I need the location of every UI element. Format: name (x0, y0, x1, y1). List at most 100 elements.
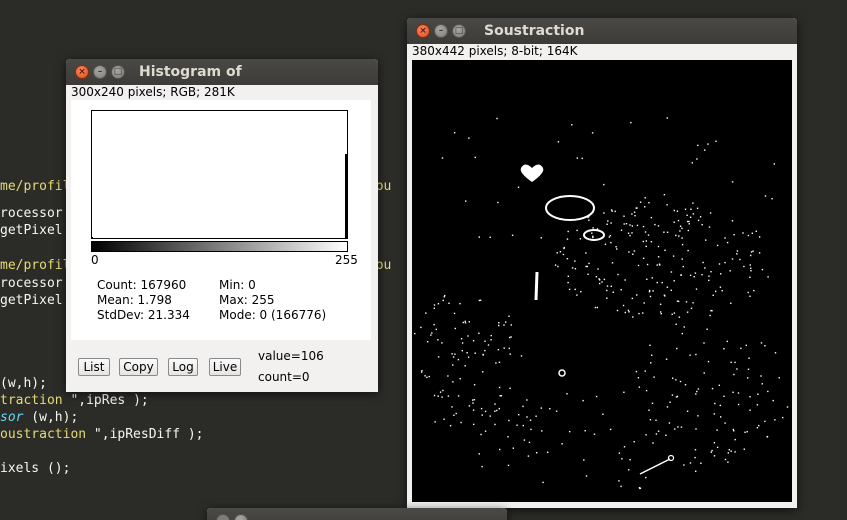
noise-pixel (629, 234, 631, 237)
noise-pixel (603, 278, 606, 281)
noise-pixel (724, 422, 726, 424)
noise-pixel (606, 289, 608, 292)
noise-pixel (453, 132, 456, 134)
noise-pixel (668, 422, 671, 424)
noise-pixel (718, 263, 721, 265)
noise-pixel (632, 316, 634, 318)
histogram-window: × – □ Histogram of 300x240 pixels; RGB; … (66, 59, 378, 392)
noise-pixel (685, 301, 688, 303)
noise-pixel (692, 302, 694, 304)
noise-pixel (602, 413, 604, 415)
noise-pixel (433, 323, 435, 326)
noise-pixel (498, 407, 500, 410)
noise-pixel (692, 213, 695, 215)
list-button[interactable]: List (78, 358, 110, 376)
noise-pixel (566, 238, 569, 240)
noise-pixel (665, 434, 667, 436)
noise-pixel (631, 213, 633, 215)
noise-pixel (708, 275, 710, 277)
noise-pixel (603, 183, 605, 186)
stat-mean: Mean: 1.798 (97, 293, 172, 307)
noise-pixel (666, 231, 669, 233)
noise-pixel (611, 262, 614, 264)
noise-pixel (671, 313, 673, 315)
noise-pixel (649, 344, 651, 346)
noise-pixel (749, 396, 751, 398)
noise-pixel (592, 235, 594, 237)
maximize-icon[interactable]: □ (111, 65, 125, 79)
noise-pixel (615, 246, 617, 248)
noise-pixel (663, 231, 665, 233)
soustraction-titlebar[interactable]: × – □ Soustraction (407, 18, 797, 44)
noise-pixel (659, 303, 662, 305)
subtraction-image[interactable] (412, 60, 792, 502)
noise-pixel (712, 294, 714, 296)
noise-pixel (464, 320, 466, 323)
maximize-icon[interactable]: □ (452, 24, 466, 38)
noise-pixel (622, 304, 625, 307)
noise-pixel (510, 336, 512, 338)
noise-pixel (522, 424, 524, 427)
noise-pixel (786, 406, 789, 408)
live-button[interactable]: Live (209, 358, 241, 376)
noise-pixel (676, 395, 679, 398)
noise-pixel (428, 375, 430, 378)
noise-pixel (637, 377, 640, 379)
noise-pixel (642, 257, 645, 259)
noise-pixel (468, 137, 470, 139)
noise-pixel (774, 352, 777, 354)
noise-pixel (733, 373, 735, 376)
noise-pixel (480, 407, 483, 410)
noise-pixel (610, 222, 612, 224)
noise-pixel (616, 309, 619, 312)
noise-pixel (730, 361, 732, 363)
log-button[interactable]: Log (168, 358, 198, 376)
code-line: oustraction ",ipResDiff ); (0, 427, 204, 442)
noise-pixel (764, 195, 767, 197)
noise-pixel (580, 291, 582, 293)
noise-pixel (606, 223, 608, 225)
noise-pixel (569, 430, 571, 433)
close-icon[interactable]: × (75, 65, 89, 79)
noise-pixel (443, 418, 445, 420)
noise-pixel (567, 230, 569, 233)
noise-pixel (591, 132, 594, 134)
noise-pixel (718, 384, 720, 386)
noise-pixel (595, 395, 598, 398)
noise-pixel (616, 248, 618, 250)
noise-pixel (508, 419, 510, 422)
noise-pixel (623, 391, 625, 393)
noise-pixel (700, 462, 702, 464)
minimize-icon[interactable]: – (93, 65, 107, 79)
noise-pixel (751, 232, 753, 234)
noise-pixel (666, 286, 669, 288)
noise-pixel (540, 237, 542, 239)
noise-pixel (716, 429, 718, 431)
noise-pixel (652, 442, 654, 444)
noise-pixel (693, 276, 695, 278)
noise-pixel (749, 295, 751, 297)
noise-pixel (679, 230, 681, 232)
noise-pixel (645, 240, 647, 242)
noise-pixel (584, 430, 586, 432)
noise-pixel (609, 234, 612, 237)
noise-pixel (579, 238, 582, 240)
close-icon[interactable]: × (416, 24, 430, 38)
noise-pixel (746, 431, 748, 433)
background-window-titlebar[interactable] (207, 508, 507, 520)
close-icon[interactable] (216, 514, 230, 520)
noise-pixel (630, 121, 632, 124)
histogram-titlebar[interactable]: × – □ Histogram of (66, 59, 378, 85)
noise-pixel (782, 416, 784, 419)
copy-button[interactable]: Copy (119, 358, 158, 376)
noise-pixel (420, 326, 422, 329)
noise-pixel (612, 291, 614, 293)
noise-pixel (442, 389, 444, 392)
grayscale-gradient-bar (91, 241, 348, 252)
noise-pixel (714, 402, 716, 405)
minimize-icon[interactable]: – (434, 24, 448, 38)
noise-pixel (478, 453, 480, 455)
noise-pixel (629, 459, 631, 461)
noise-pixel (599, 282, 601, 285)
minimize-icon[interactable] (234, 514, 248, 520)
